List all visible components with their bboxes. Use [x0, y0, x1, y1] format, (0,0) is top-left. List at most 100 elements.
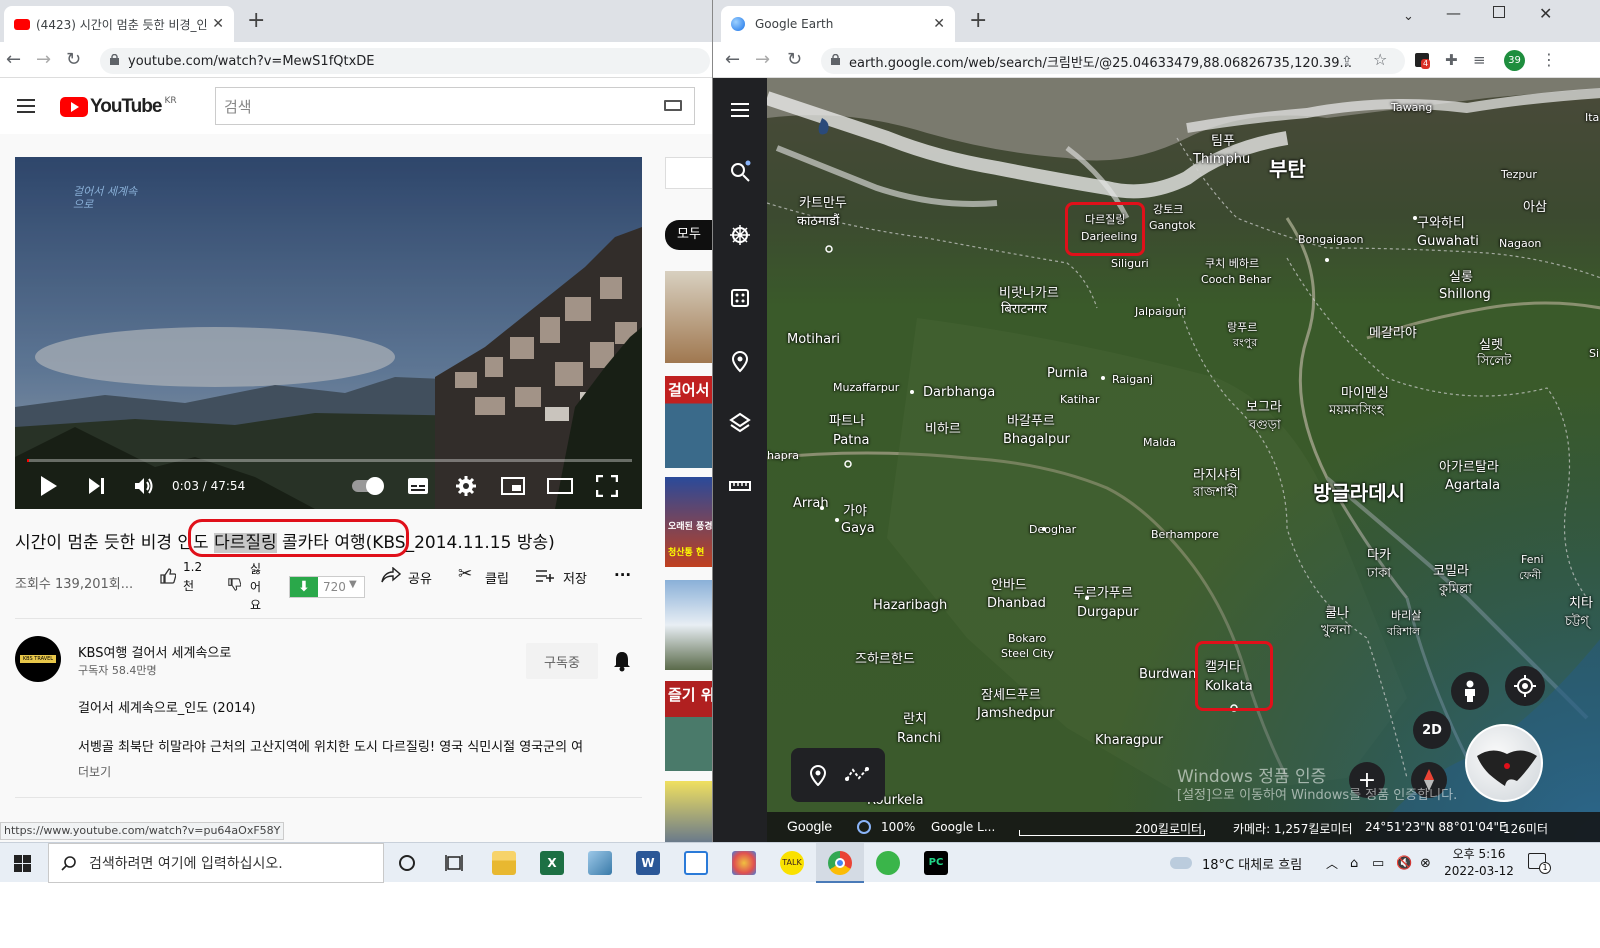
show-more-link[interactable]: 더보기 [78, 763, 111, 780]
share-label[interactable]: 공유 [408, 568, 432, 587]
related-thumbnail-4[interactable] [665, 580, 712, 670]
extension-icon[interactable]: 4 [1415, 53, 1431, 69]
windows-start-icon[interactable] [14, 855, 31, 872]
network-icon[interactable]: ▭ [1372, 843, 1384, 883]
cortana-icon[interactable] [399, 855, 415, 871]
save-playlist-icon[interactable] [535, 569, 555, 583]
forward-arrow-icon[interactable]: → [755, 50, 770, 70]
voyager-wheel-icon[interactable] [728, 223, 752, 247]
my-location-icon[interactable] [1505, 666, 1545, 706]
green-app-icon[interactable] [876, 851, 900, 875]
search-icon[interactable] [728, 160, 752, 184]
url-field[interactable]: earth.google.com/web/search/크림반도/@25.046… [821, 48, 1405, 74]
tray-chevron-icon[interactable]: ︿ [1326, 843, 1338, 883]
paint-icon[interactable] [732, 851, 756, 875]
back-arrow-icon[interactable]: ← [6, 50, 21, 70]
keyboard-icon[interactable] [664, 100, 682, 111]
notification-center-icon[interactable]: 1 [1528, 853, 1551, 874]
data-attribution[interactable]: Google L... [931, 820, 995, 834]
autoplay-toggle[interactable] [352, 477, 384, 495]
channel-name[interactable]: KBS여행 걸어서 세계속으로 [78, 642, 231, 661]
bookmark-star-icon[interactable]: ☆ [1373, 50, 1387, 70]
new-tab-button[interactable]: + [247, 10, 265, 32]
share-icon[interactable] [381, 567, 401, 583]
clip-label[interactable]: 클립 [485, 568, 509, 587]
save-label[interactable]: 저장 [563, 568, 587, 587]
new-tab-button[interactable]: + [969, 10, 987, 32]
taskbar-search-input[interactable]: 검색하려면 여기에 입력하십시오. [48, 843, 384, 883]
menu-icon[interactable] [728, 98, 752, 122]
app-icon[interactable] [588, 851, 612, 875]
related-thumbnail-3[interactable]: 오래된 풍경 꿈을 청산통 현 [665, 477, 712, 567]
word-icon[interactable]: W [636, 851, 660, 875]
download-button[interactable]: ⬇ 720 ▼ [289, 576, 365, 598]
volume-icon[interactable] [133, 475, 155, 497]
map-style-layers-icon[interactable] [728, 411, 752, 435]
projects-pin-icon[interactable] [728, 349, 752, 373]
miniplayer-icon[interactable] [501, 477, 525, 495]
tab-search-icon[interactable]: ⌄ [1403, 9, 1414, 24]
edit-app-icon[interactable] [684, 851, 708, 875]
notification-bell-icon[interactable] [612, 650, 632, 672]
close-window-icon[interactable]: ✕ [1539, 4, 1552, 23]
tab-google-earth[interactable]: Google Earth ✕ [721, 6, 955, 42]
related-thumbnail-5[interactable]: 즐기 위 [665, 681, 712, 771]
youtube-logo[interactable]: YouTube KR [60, 96, 177, 118]
mini-globe[interactable] [1465, 724, 1543, 802]
scissors-icon[interactable]: ✂ [458, 564, 472, 584]
minimize-icon[interactable]: — [1446, 4, 1461, 22]
theater-mode-icon[interactable] [547, 478, 573, 494]
kakaotalk-icon[interactable]: TALK [780, 851, 804, 875]
tab-youtube[interactable]: (4423) 시간이 멈춘 듯한 비경_인 ✕ [4, 6, 234, 42]
video-player[interactable]: 걸어서 세계속으로 0:03 / 47:54 [15, 157, 642, 509]
excel-icon[interactable]: X [540, 851, 564, 875]
file-explorer-icon[interactable] [492, 851, 516, 875]
progress-bar[interactable] [27, 459, 632, 462]
onedrive-icon[interactable]: ⌂ [1350, 843, 1358, 883]
more-actions-icon[interactable]: ··· [614, 566, 631, 584]
related-search-box[interactable] [665, 157, 712, 189]
browser-menu-icon[interactable]: ⋮ [1541, 50, 1557, 70]
related-thumbnail-2[interactable]: 걸어서 [665, 376, 712, 468]
like-icon[interactable] [160, 568, 176, 584]
feeling-lucky-dice-icon[interactable] [728, 286, 752, 310]
toggle-2d-button[interactable]: 2D [1413, 711, 1451, 749]
url-field[interactable]: youtube.com/watch?v=MewS1fQtxDE [100, 48, 710, 74]
forward-arrow-icon[interactable]: → [36, 50, 51, 70]
reload-icon[interactable]: ↻ [787, 50, 802, 70]
related-thumbnail-6[interactable] [665, 781, 712, 842]
subscribed-button[interactable]: 구독중 [526, 643, 598, 679]
profile-avatar[interactable]: 39 [1504, 50, 1525, 71]
back-arrow-icon[interactable]: ← [725, 50, 740, 70]
fullscreen-icon[interactable] [596, 475, 618, 497]
close-circle-icon[interactable]: ⊗ [1420, 843, 1431, 883]
next-icon[interactable] [87, 477, 107, 495]
place-marker-icon[interactable] [809, 764, 827, 786]
related-thumbnail-1[interactable] [665, 271, 712, 363]
subtitles-icon[interactable] [407, 477, 429, 495]
reload-icon[interactable]: ↻ [66, 50, 81, 70]
draw-path-icon[interactable] [845, 766, 869, 782]
chrome-icon[interactable] [828, 851, 852, 875]
chip-all[interactable]: 모두 [665, 220, 712, 250]
settings-gear-icon[interactable] [455, 475, 477, 497]
street-view-pegman-icon[interactable] [1451, 672, 1489, 710]
media-queue-icon[interactable]: ≡ [1473, 50, 1486, 70]
like-count[interactable]: 1.2 [183, 560, 202, 574]
play-icon[interactable] [39, 475, 59, 497]
volume-muted-icon[interactable]: 🔇 [1396, 843, 1412, 883]
search-input[interactable]: 검색 [215, 87, 695, 125]
tab-close-icon[interactable]: ✕ [933, 16, 945, 32]
measure-ruler-icon[interactable] [728, 474, 752, 498]
extensions-puzzle-icon[interactable]: ✚ [1445, 50, 1458, 70]
clock[interactable]: 오후 5:16 2022-03-12 [1444, 846, 1514, 880]
dislike-icon[interactable] [228, 578, 241, 591]
menu-icon[interactable] [17, 99, 35, 113]
task-view-icon[interactable] [445, 854, 463, 872]
satellite-map[interactable]: 부탄 방글라데시 카트만두 काठमाडौं 팀푸 Thimphu Tawang… [767, 78, 1600, 842]
maximize-icon[interactable] [1493, 6, 1505, 18]
channel-avatar[interactable]: KBS TRAVEL [15, 636, 61, 682]
pycharm-icon[interactable]: PC [924, 851, 948, 875]
tab-close-icon[interactable]: ✕ [212, 16, 224, 32]
share-page-icon[interactable]: ⇪ [1341, 52, 1353, 72]
